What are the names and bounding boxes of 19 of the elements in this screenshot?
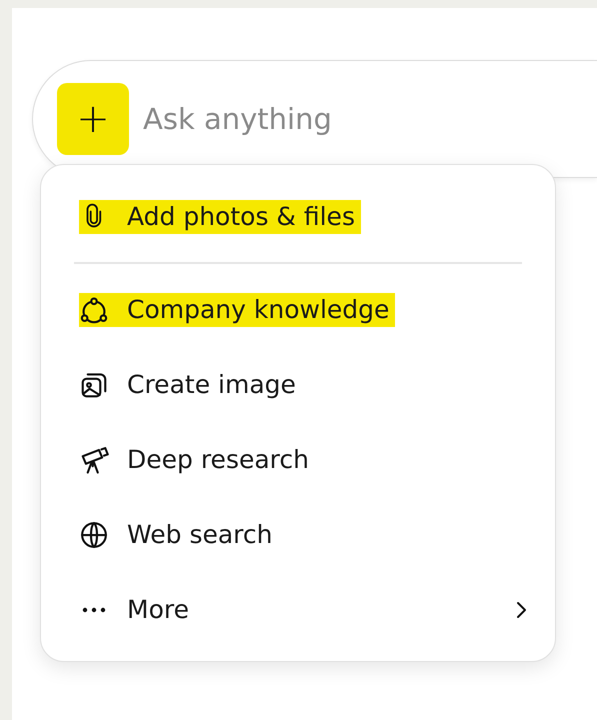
- menu-item-label: Add photos & files: [127, 202, 355, 231]
- add-button[interactable]: +: [57, 83, 129, 155]
- menu-item[interactable]: Web search: [41, 497, 555, 572]
- menu-item-label: Company knowledge: [127, 295, 390, 324]
- menu-item[interactable]: Create image: [41, 347, 555, 422]
- menu-item-label: More: [127, 595, 189, 624]
- chevron-right-icon: [515, 600, 527, 620]
- menu-item[interactable]: Deep research: [41, 422, 555, 497]
- globe-icon: [79, 520, 109, 550]
- menu-item-label: Web search: [127, 520, 272, 549]
- telescope-icon: [79, 444, 109, 474]
- prompt-input[interactable]: Ask anything: [141, 101, 597, 137]
- menu-item-label: Deep research: [127, 445, 309, 474]
- connected-nodes-icon: [79, 294, 109, 324]
- menu-item-label: Create image: [127, 370, 296, 399]
- menu-item[interactable]: Add photos & files: [41, 179, 555, 254]
- menu-item[interactable]: Company knowledge: [41, 272, 555, 347]
- more-icon: [82, 606, 106, 612]
- menu-item[interactable]: More: [41, 572, 555, 647]
